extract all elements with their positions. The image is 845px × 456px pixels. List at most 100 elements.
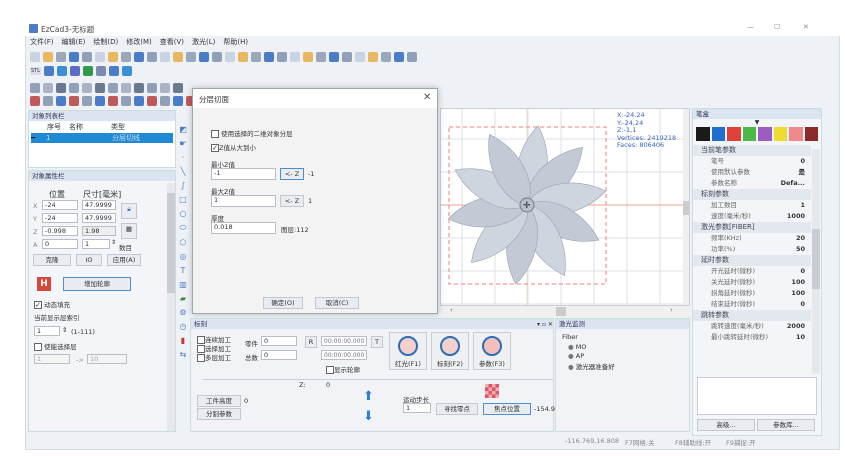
time-reset-button[interactable]: T [371,336,383,348]
z-descending-checkbox[interactable]: ✓Z值从大到小 [211,142,256,152]
toolbar-tool-icon[interactable] [83,65,94,76]
focus-position-button[interactable]: 焦点位置 [483,403,531,415]
toolbar-tool-icon[interactable] [57,65,68,76]
pos-z-input[interactable]: -0.998 [42,226,78,236]
pos-a-input[interactable]: 0 [42,239,78,249]
toolbar-tool-icon[interactable] [264,51,274,62]
toolbar-tool-icon[interactable] [173,51,183,62]
layer-index-input[interactable]: 1 [34,326,60,336]
toolbar-tool-icon[interactable] [381,51,391,62]
pen-param-row[interactable]: 笔号 0 [693,156,811,167]
toolbar-tool-icon[interactable] [30,95,40,106]
pen-group-header[interactable]: 当前笔参数 [693,145,811,156]
toolbar-tool-icon[interactable] [134,95,144,106]
dialog-close-button[interactable]: ✕ [423,92,431,103]
pen-color-swatch[interactable] [758,127,772,141]
pen-param-row[interactable]: 关光延时(微秒) 100 [693,277,811,288]
toolbar-tool-icon[interactable] [251,51,261,62]
cancel-button[interactable]: 取消(C) [315,297,359,309]
pen-param-row[interactable]: 参数名称 Defa... [693,178,811,189]
toolbar-tool-icon[interactable] [109,65,120,76]
panel-pin-controls[interactable]: ▾ ▫ ✕ [537,321,553,328]
max-z-input[interactable]: 1 [211,195,276,207]
toolbar-tool-icon[interactable] [95,82,105,93]
toolbar-tool-icon[interactable] [69,95,79,106]
array-grid-button[interactable]: ▦ [121,223,137,239]
param-button[interactable]: 参数(F3) [473,332,511,370]
pos-x-input[interactable]: -24 [42,200,78,210]
toolbar-tool-icon[interactable] [147,82,157,93]
menu-draw[interactable]: 绘制(D) [93,37,118,47]
advanced-button[interactable]: 高级... [697,419,755,431]
toolbar-tool-icon[interactable] [225,51,235,62]
barcode-icon[interactable]: ▥ [179,280,187,289]
properties-scrollbar[interactable] [167,183,175,431]
toolbar-tool-icon[interactable] [95,95,105,106]
toolbar-tool-icon[interactable] [30,82,40,93]
ok-button[interactable]: 确定(O) [263,297,303,309]
z-down-button[interactable]: ⬇ [363,409,374,424]
vector-icon[interactable]: ⚙ [179,308,186,317]
menu-view[interactable]: 查看(V) [160,37,184,47]
step-input[interactable]: 1 [403,403,431,413]
toolbar-tool-icon[interactable] [70,65,81,76]
layer-from-input[interactable]: 1 [34,354,70,364]
menu-edit[interactable]: 编辑(E) [62,37,86,47]
menu-laser[interactable]: 激光(L) [192,37,215,47]
toolbar-tool-icon[interactable] [238,51,248,62]
select-icon[interactable]: ◩ [179,125,187,134]
pointer-icon[interactable]: ☛ [179,139,186,148]
canvas-vscroll[interactable] [683,109,689,305]
pen-param-row[interactable]: 加工数目 1 [693,200,811,211]
toolbar-tool-icon[interactable] [121,95,131,106]
menu-help[interactable]: 帮助(H) [223,37,248,47]
size-w-input[interactable]: 47.9999 [82,200,116,210]
port-icon[interactable]: ⇆ [180,350,187,359]
object-row[interactable]: ━ 1 分层切线 [31,133,173,143]
get-min-z-button[interactable]: <- Z [280,168,304,180]
stl-import-button[interactable]: STL [30,66,42,75]
total-input[interactable]: 0 [261,350,297,360]
dot-icon[interactable]: · [182,153,185,162]
toolbar-tool-icon[interactable] [303,51,313,62]
pen-param-row[interactable]: 速度(毫米/秒) 1000 [693,211,811,222]
toolbar-tool-icon[interactable] [122,65,133,76]
red-light-button[interactable]: 红光(F1) [389,332,427,370]
toolbar-tool-icon[interactable] [43,95,53,106]
split-param-button[interactable]: 分割参数 [197,408,241,420]
circle-icon[interactable]: ○ [180,209,187,218]
toolbar-tool-icon[interactable] [44,65,55,76]
toolbar-tool-icon[interactable] [160,82,170,93]
toolbar-tool-icon[interactable] [394,51,404,62]
toolbar-tool-icon[interactable] [56,82,66,93]
close-button[interactable]: ✕ [803,23,809,31]
toolbar-tool-icon[interactable] [277,51,287,62]
toolbar-tool-icon[interactable] [43,82,53,93]
pen-color-swatch[interactable] [727,127,741,141]
work-height-button[interactable]: 工件高度 [197,395,241,407]
toolbar-tool-icon[interactable] [43,51,53,62]
add-contour-button[interactable]: 增加轮廓 [63,277,131,291]
toolbar-tool-icon[interactable] [56,95,66,106]
toolbar-tool-icon[interactable] [173,82,183,93]
line-icon[interactable]: ╲ [181,167,186,176]
apply-button[interactable]: 应用(A) [107,254,141,266]
toolbar-tool-icon[interactable] [407,51,417,62]
toolbar-tool-icon[interactable] [69,51,79,62]
toolbar-tool-icon[interactable] [121,82,131,93]
pen-param-row[interactable]: 跳转速度(毫米/秒) 2000 [693,321,811,332]
thickness-input[interactable]: 0.018 [211,222,276,234]
toolbar-tool-icon[interactable] [368,51,378,62]
toolbar-tool-icon[interactable] [82,51,92,62]
enable-layers-checkbox[interactable]: 使能选择层 [34,341,77,351]
toolbar-tool-icon[interactable] [69,82,79,93]
toolbar-tool-icon[interactable] [160,95,170,106]
size-d-input[interactable]: 1.98 [82,226,116,236]
toolbar-tool-icon[interactable] [108,82,118,93]
reset-button[interactable]: R [305,336,317,348]
pen-group-header[interactable]: 跳转参数 [693,310,811,321]
toolbar-tool-icon[interactable] [147,51,157,62]
toolbar-tool-icon[interactable] [160,51,170,62]
pen-param-row[interactable]: 功率(%) 50 [693,244,811,255]
pen-param-scrollbar[interactable] [812,149,820,374]
